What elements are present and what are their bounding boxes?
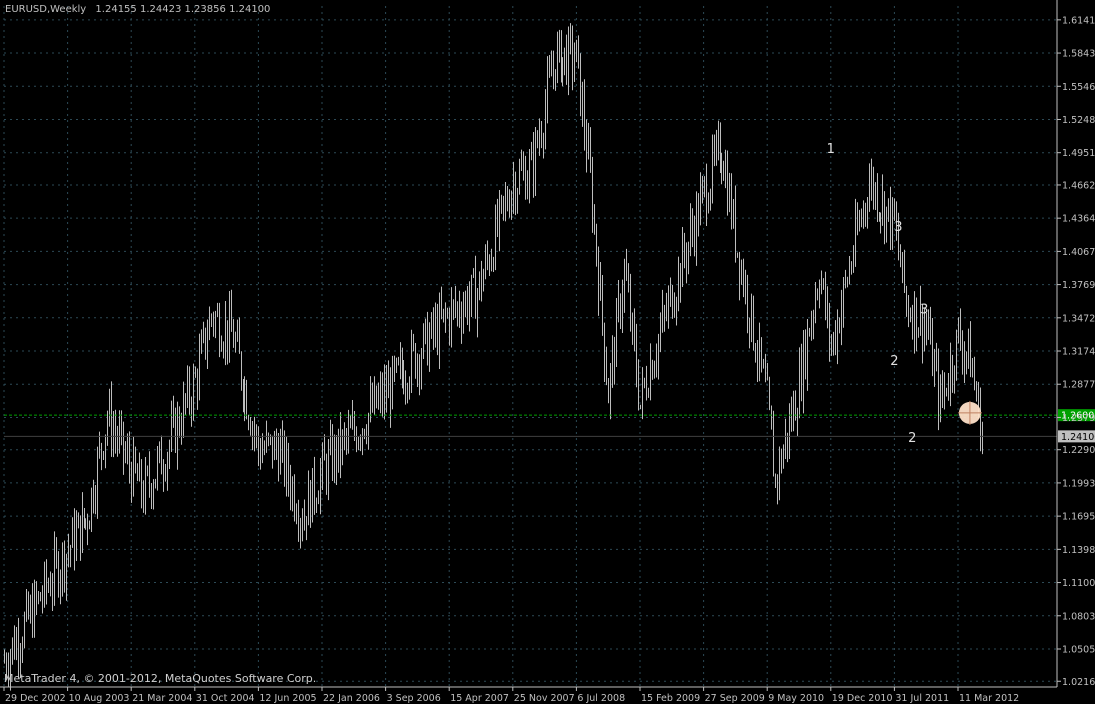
y-tick-label: 1.31745 xyxy=(1062,347,1095,358)
x-tick-label: 22 Jan 2006 xyxy=(323,693,380,704)
chart-grid xyxy=(3,6,1057,687)
y-tick-label: 1.11005 xyxy=(1062,578,1095,589)
y-tick-label: 1.16955 xyxy=(1062,512,1095,523)
y-tick-label: 1.37695 xyxy=(1062,280,1095,291)
y-tick-label: 1.43645 xyxy=(1062,214,1095,225)
y-tick-label: 1.58435 xyxy=(1062,49,1095,60)
y-tick-label: 1.08030 xyxy=(1062,611,1095,622)
y-tick-label: 1.28770 xyxy=(1062,380,1095,391)
eurusd-weekly-chart[interactable]: 1.260001.2410012323 1.614101.584351.5546… xyxy=(0,0,1095,704)
x-tick-label: 15 Feb 2009 xyxy=(641,693,700,704)
symbol-label: EURUSD,Weekly xyxy=(5,4,87,15)
chart-header: EURUSD,Weekly 1.24155 1.24423 1.23856 1.… xyxy=(5,4,270,15)
wave-label: 3 xyxy=(920,303,928,318)
copyright-text: MetaTrader 4, © 2001-2012, MetaQuotes So… xyxy=(4,672,317,685)
high-value: 1.24423 xyxy=(139,4,182,15)
y-tick-label: 1.05055 xyxy=(1062,644,1095,655)
y-tick-label: 1.55460 xyxy=(1062,82,1095,93)
x-tick-label: 21 Mar 2004 xyxy=(132,693,192,704)
x-tick-label: 19 Dec 2010 xyxy=(832,693,893,704)
open-value: 1.24155 xyxy=(95,4,137,15)
y-tick-label: 1.19930 xyxy=(1062,478,1095,489)
x-tick-label: 12 Jun 2005 xyxy=(259,693,316,704)
x-tick-label: 15 Apr 2007 xyxy=(450,693,509,704)
x-tick-label: 9 May 2010 xyxy=(768,693,824,704)
x-tick-label: 6 Jul 2008 xyxy=(577,693,625,704)
x-tick-label: 31 Jul 2011 xyxy=(895,693,949,704)
wave-label: 2 xyxy=(890,354,898,369)
x-tick-label: 29 Dec 2002 xyxy=(5,693,66,704)
x-tick-label: 3 Sep 2006 xyxy=(387,693,441,704)
wave-label: 3 xyxy=(894,220,902,235)
y-tick-label: 1.40670 xyxy=(1062,247,1095,258)
wave-label: 2 xyxy=(908,431,916,446)
x-tick-label: 10 Aug 2003 xyxy=(69,693,130,704)
y-tick-label: 1.49510 xyxy=(1062,148,1095,159)
close-value: 1.24100 xyxy=(229,4,271,15)
y-tick-label: 1.52485 xyxy=(1062,115,1095,126)
price-bars xyxy=(4,23,983,691)
y-tick-label: 1.25795 xyxy=(1062,413,1095,424)
current-price-label: 1.24100 xyxy=(1061,432,1095,443)
y-tick-label: 1.22905 xyxy=(1062,445,1095,456)
x-tick-label: 31 Oct 2004 xyxy=(196,693,255,704)
annotations: 1.260001.2410012323 xyxy=(4,142,1095,446)
x-tick-label: 25 Nov 2007 xyxy=(514,693,575,704)
y-tick-label: 1.46620 xyxy=(1062,180,1095,191)
y-tick-label: 1.34720 xyxy=(1062,313,1095,324)
wave-label: 1 xyxy=(827,142,835,157)
x-tick-label: 11 Mar 2012 xyxy=(959,693,1019,704)
y-tick-label: 1.13980 xyxy=(1062,545,1095,556)
y-tick-label: 1.02165 xyxy=(1062,677,1095,688)
y-tick-label: 1.61410 xyxy=(1062,15,1095,26)
low-value: 1.23856 xyxy=(184,4,226,15)
x-tick-label: 27 Sep 2009 xyxy=(705,693,765,704)
